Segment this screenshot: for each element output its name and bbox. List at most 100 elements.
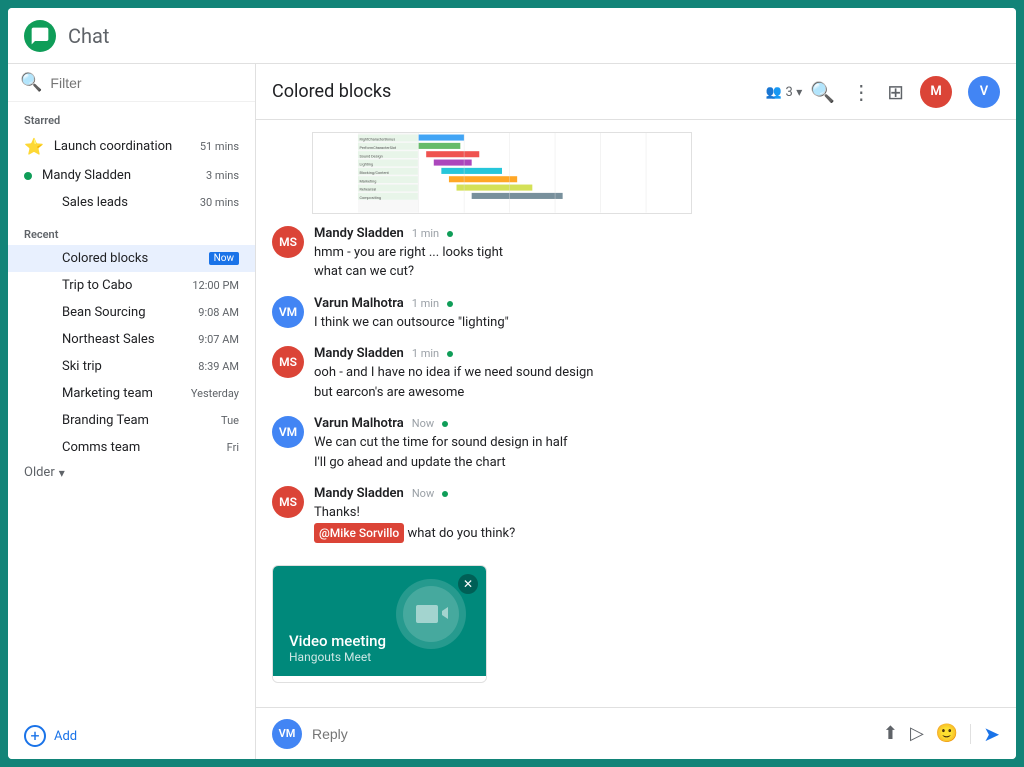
sidebar-item-label: Trip to Cabo [62, 278, 192, 293]
svg-text:Blocking/Content: Blocking/Content [359, 170, 389, 175]
app-logo [24, 20, 56, 52]
svg-text:PerformCharacterSlot: PerformCharacterSlot [359, 145, 396, 150]
svg-text:RightCharacterBonus: RightCharacterBonus [359, 137, 395, 142]
add-label: Add [54, 729, 77, 744]
sidebar-item-mandy-sladden[interactable]: Mandy Sladden 3 mins [8, 162, 255, 189]
svg-text:Rehearsal: Rehearsal [359, 187, 376, 192]
sender-name: Varun Malhotra [314, 296, 404, 311]
sidebar-item-ski-trip[interactable]: Ski trip 8:39 AM [8, 353, 255, 380]
message-content: Varun Malhotra Now We can cut the time f… [314, 416, 1000, 472]
chat-header: Colored blocks 👥 3 ▾ 🔍 ⋮ ⊞ M V [256, 64, 1016, 120]
message-row: MS Mandy Sladden 1 min ooh - and I have … [272, 346, 1000, 402]
sidebar-item-northeast-sales[interactable]: Northeast Sales 9:07 AM [8, 326, 255, 353]
online-indicator [447, 231, 453, 237]
online-indicator [442, 421, 448, 427]
user-avatar2[interactable]: V [968, 76, 1000, 108]
sidebar-item-label: Mandy Sladden [42, 168, 206, 183]
sender-avatar: VM [272, 416, 304, 448]
sender-name: Mandy Sladden [314, 346, 404, 361]
sidebar-item-marketing-team[interactable]: Marketing team Yesterday [8, 380, 255, 407]
chevron-down-icon: ▾ [59, 466, 65, 480]
item-time: 8:39 AM [198, 360, 239, 373]
reply-user-avatar: VM [272, 719, 302, 749]
app-title: Chat [68, 24, 1000, 48]
reply-actions: ⬆ ▷ 🙂 ➤ [883, 722, 1000, 746]
chat-panel: Colored blocks 👥 3 ▾ 🔍 ⋮ ⊞ M V [256, 64, 1016, 759]
sidebar-item-label: Comms team [62, 440, 227, 455]
sidebar-item-label: Ski trip [62, 359, 198, 374]
message-time: Now [412, 487, 434, 500]
sidebar-item-label: Launch coordination [54, 139, 200, 154]
sidebar-item-trip-to-cabo[interactable]: Trip to Cabo 12:00 PM [8, 272, 255, 299]
mention-suffix: what do you think? [407, 526, 515, 541]
message-row: MS Mandy Sladden 1 min hmm - you are rig… [272, 226, 1000, 282]
message-content: Mandy Sladden 1 min ooh - and I have no … [314, 346, 1000, 402]
message-time: 1 min [412, 227, 439, 240]
svg-text:Marketing: Marketing [359, 178, 376, 183]
reply-input[interactable] [312, 726, 873, 742]
item-time: 9:07 AM [198, 333, 239, 346]
sidebar-item-bean-sourcing[interactable]: Bean Sourcing 9:08 AM [8, 299, 255, 326]
add-circle-icon: + [24, 725, 46, 747]
sender-avatar: MS [272, 486, 304, 518]
sidebar-item-colored-blocks[interactable]: Colored blocks Now [8, 245, 255, 272]
add-button[interactable]: + Add [8, 713, 255, 759]
online-indicator [447, 351, 453, 357]
sidebar-item-label: Sales leads [62, 195, 200, 210]
search-icon: 🔍 [20, 72, 42, 93]
more-options-icon[interactable]: ⋮ [851, 80, 871, 104]
message-text: Thanks! @Mike Sorvillo what do you think… [314, 503, 1000, 543]
search-input[interactable] [50, 75, 243, 91]
topbar: Chat [8, 8, 1016, 64]
sender-name: Mandy Sladden [314, 226, 404, 241]
item-time: 51 mins [200, 140, 239, 153]
item-time: Tue [221, 414, 239, 427]
message-text: I think we can outsource "lighting" [314, 313, 1000, 333]
starred-label: Starred [8, 102, 255, 131]
sender-avatar: MS [272, 346, 304, 378]
svg-text:Lighting: Lighting [359, 162, 373, 167]
sender-name: Mandy Sladden [314, 486, 404, 501]
online-indicator [447, 301, 453, 307]
svg-text:Compositing: Compositing [359, 195, 380, 200]
member-icon: 👥 [766, 85, 782, 100]
sidebar-item-label: Branding Team [62, 413, 221, 428]
upload-icon[interactable]: ⬆ [883, 723, 898, 744]
older-label: Older [24, 465, 55, 480]
sender-avatar: VM [272, 296, 304, 328]
message-text: ooh - and I have no idea if we need soun… [314, 363, 1000, 402]
sender-avatar: MS [272, 226, 304, 258]
message-content: Mandy Sladden Now Thanks! @Mike Sorvillo… [314, 486, 1000, 543]
older-button[interactable]: Older ▾ [8, 461, 255, 488]
message-row: VM Varun Malhotra 1 min I think we can o… [272, 296, 1000, 333]
message-time: 1 min [412, 347, 439, 360]
user-avatar[interactable]: M [920, 76, 952, 108]
now-badge: Now [209, 252, 239, 265]
video-meeting-card: ✕ Video meeting Hangouts Meet [272, 565, 487, 683]
search-icon[interactable]: 🔍 [810, 80, 835, 104]
sidebar-item-launch-coordination[interactable]: ⭐ Launch coordination 51 mins [8, 131, 255, 162]
gif-icon[interactable]: ▷ [910, 723, 924, 744]
sidebar-item-label: Marketing team [62, 386, 191, 401]
sidebar-item-comms-team[interactable]: Comms team Fri [8, 434, 255, 461]
gantt-chart: RightCharacterBonus PerformCharacterSlot… [312, 132, 692, 214]
mention-chip: @Mike Sorvillo [314, 523, 404, 543]
divider [970, 724, 971, 744]
video-bg-icon [396, 579, 466, 663]
item-time: Yesterday [191, 387, 239, 400]
video-card-footer: Join video meeting [273, 676, 486, 683]
member-count: 👥 3 ▾ [766, 84, 803, 100]
emoji-icon[interactable]: 🙂 [936, 723, 958, 744]
recent-label: Recent [8, 216, 255, 245]
header-icons: 🔍 ⋮ ⊞ M V [810, 76, 1000, 108]
dropdown-icon[interactable]: ▾ [796, 85, 802, 99]
search-bar: 🔍 [8, 64, 255, 102]
item-time: 3 mins [206, 169, 239, 182]
svg-text:Sound Design: Sound Design [359, 153, 382, 158]
sidebar-item-sales-leads[interactable]: Sales leads 30 mins [8, 189, 255, 216]
grid-apps-icon[interactable]: ⊞ [887, 80, 904, 104]
sidebar-item-label: Bean Sourcing [62, 305, 198, 320]
message-row: MS Mandy Sladden Now Thanks! @Mike Sorvi… [272, 486, 1000, 543]
send-button[interactable]: ➤ [983, 722, 1000, 746]
sidebar-item-branding-team[interactable]: Branding Team Tue [8, 407, 255, 434]
